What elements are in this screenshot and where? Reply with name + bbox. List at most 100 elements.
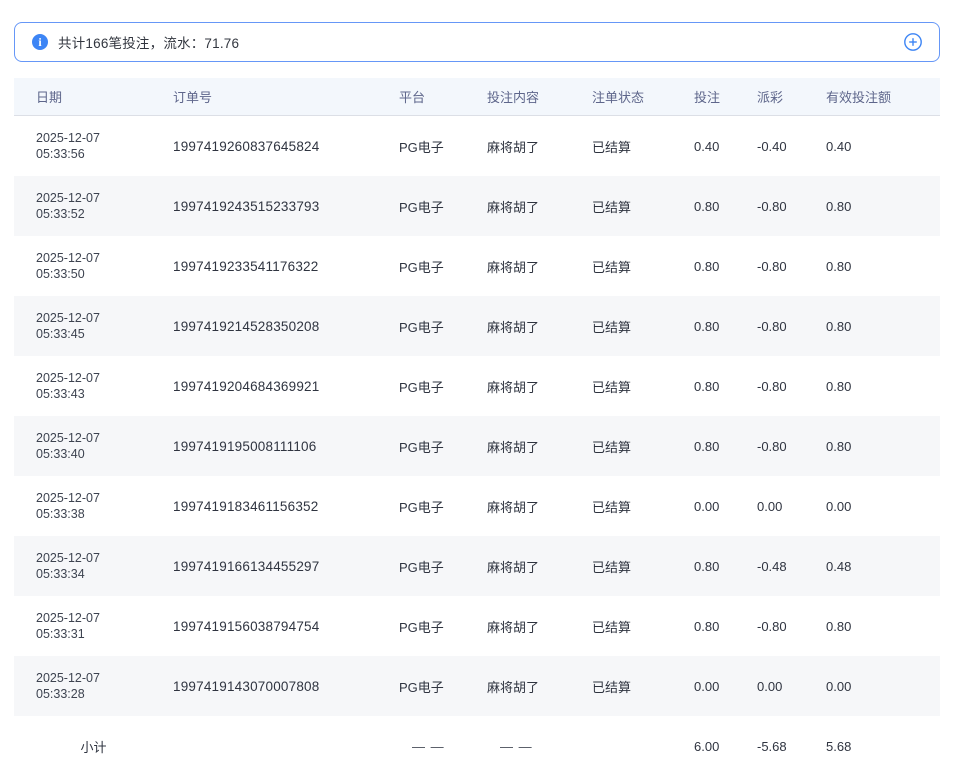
order-number-cell: 1997419156038794754 xyxy=(173,619,399,634)
date-text: 2025-12-07 xyxy=(36,610,173,626)
platform-cell: PG电子 xyxy=(399,137,487,156)
date-text: 2025-12-07 xyxy=(36,550,173,566)
platform-cell: PG电子 xyxy=(399,557,487,576)
datetime-cell: 2025-12-0705:33:56 xyxy=(14,130,173,162)
platform-cell: PG电子 xyxy=(399,377,487,396)
table-footer-row: 小计 — — — — 6.00 -5.68 5.68 xyxy=(14,716,940,767)
subtotal-label: 小计 xyxy=(14,737,173,756)
payout-cell: -0.40 xyxy=(757,139,826,154)
footer-content-cell: — — xyxy=(487,739,592,754)
bet-amount-cell: 0.40 xyxy=(694,139,757,154)
order-number-cell: 1997419204684369921 xyxy=(173,379,399,394)
time-text: 05:33:52 xyxy=(36,206,173,222)
date-text: 2025-12-07 xyxy=(36,250,173,266)
date-text: 2025-12-07 xyxy=(36,190,173,206)
subtotal-payout: -5.68 xyxy=(757,739,826,754)
valid-bet-cell: 0.00 xyxy=(826,499,940,514)
bet-amount-cell: 0.80 xyxy=(694,379,757,394)
datetime-cell: 2025-12-0705:33:34 xyxy=(14,550,173,582)
bet-content-cell: 麻将胡了 xyxy=(487,617,592,636)
status-cell: 已结算 xyxy=(592,257,694,276)
bet-amount-cell: 0.80 xyxy=(694,619,757,634)
status-cell: 已结算 xyxy=(592,557,694,576)
time-text: 05:33:56 xyxy=(36,146,173,162)
valid-bet-cell: 0.48 xyxy=(826,559,940,574)
bet-content-cell: 麻将胡了 xyxy=(487,257,592,276)
table-row: 2025-12-0705:33:501997419233541176322PG电… xyxy=(14,236,940,296)
time-text: 05:33:38 xyxy=(36,506,173,522)
bet-amount-cell: 0.00 xyxy=(694,499,757,514)
date-text: 2025-12-07 xyxy=(36,310,173,326)
date-text: 2025-12-07 xyxy=(36,490,173,506)
subtotal-valid-bet: 5.68 xyxy=(826,739,940,754)
table-row: 2025-12-0705:33:431997419204684369921PG电… xyxy=(14,356,940,416)
datetime-cell: 2025-12-0705:33:45 xyxy=(14,310,173,342)
table-row: 2025-12-0705:33:281997419143070007808PG电… xyxy=(14,656,940,716)
table-body: 2025-12-0705:33:561997419260837645824PG电… xyxy=(14,116,940,716)
datetime-cell: 2025-12-0705:33:31 xyxy=(14,610,173,642)
platform-cell: PG电子 xyxy=(399,617,487,636)
column-header: 有效投注额 xyxy=(826,87,940,106)
time-text: 05:33:34 xyxy=(36,566,173,582)
order-number-cell: 1997419233541176322 xyxy=(173,259,399,274)
datetime-cell: 2025-12-0705:33:40 xyxy=(14,430,173,462)
table-row: 2025-12-0705:33:311997419156038794754PG电… xyxy=(14,596,940,656)
order-number-cell: 1997419166134455297 xyxy=(173,559,399,574)
table-row: 2025-12-0705:33:521997419243515233793PG电… xyxy=(14,176,940,236)
status-cell: 已结算 xyxy=(592,677,694,696)
valid-bet-cell: 0.00 xyxy=(826,679,940,694)
bet-amount-cell: 0.80 xyxy=(694,439,757,454)
valid-bet-cell: 0.80 xyxy=(826,199,940,214)
payout-cell: -0.80 xyxy=(757,259,826,274)
table-row: 2025-12-0705:33:561997419260837645824PG电… xyxy=(14,116,940,176)
circle-plus-icon[interactable] xyxy=(903,32,923,52)
date-text: 2025-12-07 xyxy=(36,670,173,686)
platform-cell: PG电子 xyxy=(399,437,487,456)
bet-amount-cell: 0.80 xyxy=(694,559,757,574)
bet-amount-cell: 0.00 xyxy=(694,679,757,694)
status-cell: 已结算 xyxy=(592,197,694,216)
bet-content-cell: 麻将胡了 xyxy=(487,437,592,456)
bet-amount-cell: 0.80 xyxy=(694,259,757,274)
status-cell: 已结算 xyxy=(592,497,694,516)
column-header: 投注 xyxy=(694,87,757,106)
table-row: 2025-12-0705:33:341997419166134455297PG电… xyxy=(14,536,940,596)
bet-content-cell: 麻将胡了 xyxy=(487,557,592,576)
platform-cell: PG电子 xyxy=(399,497,487,516)
order-number-cell: 1997419143070007808 xyxy=(173,679,399,694)
valid-bet-cell: 0.80 xyxy=(826,619,940,634)
column-header: 订单号 xyxy=(173,87,399,106)
bet-amount-cell: 0.80 xyxy=(694,319,757,334)
time-text: 05:33:40 xyxy=(36,446,173,462)
valid-bet-cell: 0.80 xyxy=(826,379,940,394)
payout-cell: -0.80 xyxy=(757,439,826,454)
datetime-cell: 2025-12-0705:33:43 xyxy=(14,370,173,402)
table-row: 2025-12-0705:33:401997419195008111106PG电… xyxy=(14,416,940,476)
info-icon: i xyxy=(32,34,48,50)
payout-cell: -0.80 xyxy=(757,199,826,214)
platform-cell: PG电子 xyxy=(399,317,487,336)
platform-cell: PG电子 xyxy=(399,197,487,216)
summary-alert-bar: i 共计166笔投注，流水：71.76 xyxy=(14,22,940,62)
payout-cell: -0.80 xyxy=(757,379,826,394)
payout-cell: 0.00 xyxy=(757,679,826,694)
bet-content-cell: 麻将胡了 xyxy=(487,137,592,156)
column-header: 注单状态 xyxy=(592,87,694,106)
payout-cell: -0.48 xyxy=(757,559,826,574)
time-text: 05:33:50 xyxy=(36,266,173,282)
time-text: 05:33:28 xyxy=(36,686,173,702)
time-text: 05:33:45 xyxy=(36,326,173,342)
table-header: 日期订单号平台投注内容注单状态投注派彩有效投注额 xyxy=(14,78,940,116)
order-number-cell: 1997419183461156352 xyxy=(173,499,399,514)
datetime-cell: 2025-12-0705:33:50 xyxy=(14,250,173,282)
order-number-cell: 1997419260837645824 xyxy=(173,139,399,154)
platform-cell: PG电子 xyxy=(399,677,487,696)
column-header: 日期 xyxy=(14,87,173,106)
column-header: 平台 xyxy=(399,87,487,106)
payout-cell: -0.80 xyxy=(757,319,826,334)
bet-amount-cell: 0.80 xyxy=(694,199,757,214)
summary-text: 共计166笔投注，流水：71.76 xyxy=(58,32,239,52)
datetime-cell: 2025-12-0705:33:52 xyxy=(14,190,173,222)
page: { "alert": { "info_icon": "info-circle-i… xyxy=(0,22,954,767)
valid-bet-cell: 0.80 xyxy=(826,439,940,454)
